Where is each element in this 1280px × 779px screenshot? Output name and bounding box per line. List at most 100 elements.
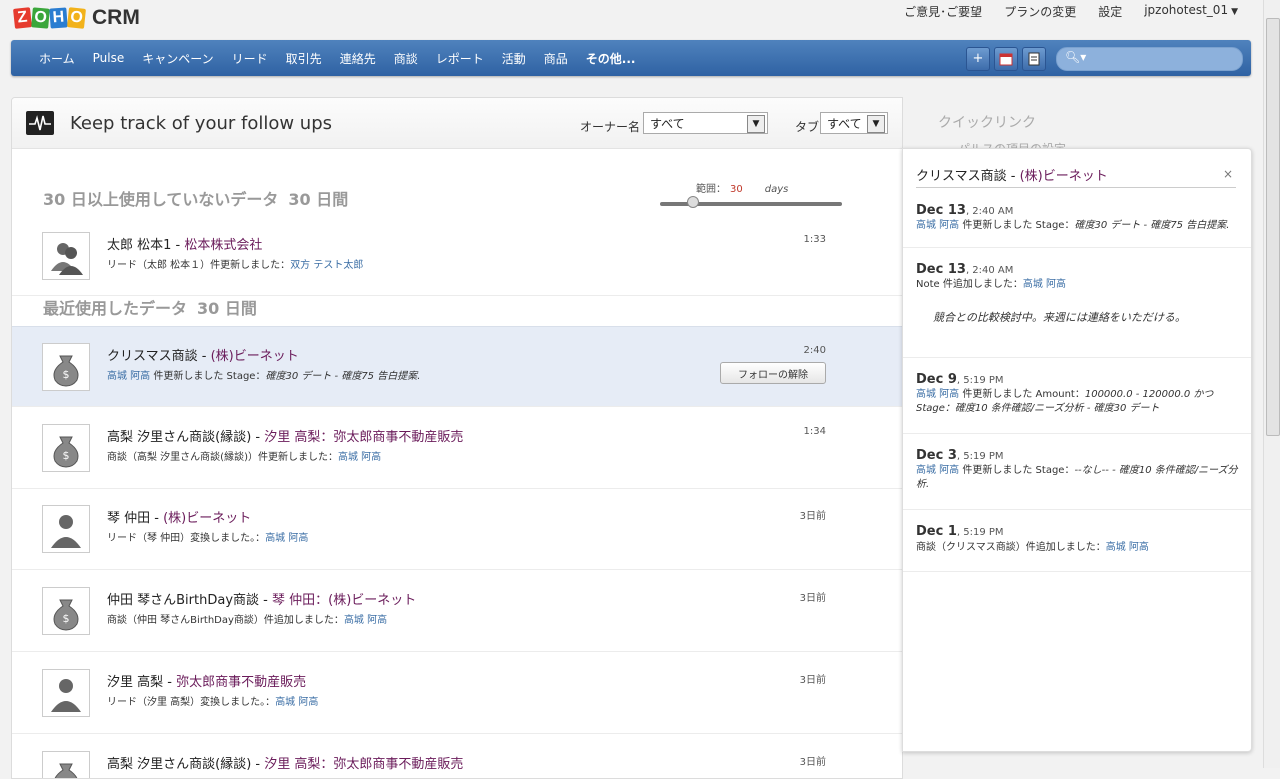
owner-select[interactable]: すべて ▼ <box>643 112 768 134</box>
tab-select-value: すべて <box>827 117 862 131</box>
tab-reports[interactable]: レポート <box>436 50 484 67</box>
related-link[interactable]: 弥太郎商事不動産販売 <box>176 675 306 690</box>
page-title: Keep track of your follow ups <box>70 113 333 134</box>
page-scrollbar[interactable] <box>1263 0 1280 768</box>
row-title: 高梨 汐里さん商談(縁談) - 汐里 高梨：弥太郎商事不動産販売 <box>107 757 464 772</box>
notes-icon <box>1028 52 1040 66</box>
user-link[interactable]: 高城 阿高 <box>1106 542 1149 553</box>
deal-avatar: $ <box>42 587 90 635</box>
plus-icon: + <box>972 51 984 66</box>
inactive-section-title: 30 日以上使用していないデータ 30 日間 <box>43 190 349 209</box>
tab-home[interactable]: ホーム <box>39 50 75 67</box>
caret-down-icon: ▼ <box>1231 7 1238 17</box>
user-link[interactable]: 双方 テスト太郎 <box>290 260 363 271</box>
note-text: 競合との比較検討中。来週には連絡をいただける。 <box>933 311 1186 324</box>
quick-links-title: クイックリンク <box>938 115 1036 131</box>
activity-item: Dec 13, 2:40 AM Note 件追加しました：高城 阿高 競合との比… <box>903 247 1251 358</box>
detail-title: クリスマス商談 - (株)ビーネット <box>916 165 1236 188</box>
svg-text:$: $ <box>63 612 70 625</box>
list-item[interactable]: 太郎 松本1 - 松本株式会社 リード（太郎 松本１）件更新しました：双方 テス… <box>12 216 902 296</box>
pulse-panel: Keep track of your follow ups オーナー名 すべて … <box>11 97 903 779</box>
user-link[interactable]: 高城 阿高 <box>338 452 381 463</box>
svg-text:$: $ <box>63 368 70 381</box>
user-link[interactable]: 高城 阿高 <box>916 220 959 231</box>
product-name: CRM <box>92 6 140 29</box>
user-link[interactable]: 高城 阿高 <box>916 465 959 476</box>
pulse-icon <box>26 111 54 135</box>
top-links: ご意見･ご要望 プランの変更 設定 jpzohotest_01 ▼ <box>882 3 1238 20</box>
list-item[interactable]: $ クリスマス商談 - (株)ビーネット 高城 阿高 件更新しました Stage… <box>12 326 902 407</box>
row-title: 太郎 松本1 - 松本株式会社 <box>107 238 263 253</box>
user-link[interactable]: 高城 阿高 <box>107 371 150 382</box>
tab-pulse[interactable]: Pulse <box>93 51 125 65</box>
related-link[interactable]: (株)ビーネット <box>163 511 251 526</box>
tab-more[interactable]: その他... <box>586 50 636 67</box>
row-title: 琴 仲田 - (株)ビーネット <box>107 511 252 526</box>
list-item[interactable]: 汐里 高梨 - 弥太郎商事不動産販売 リード（汐里 高梨）変換しました。：高城 … <box>12 653 902 734</box>
scrollbar-thumb[interactable] <box>1266 18 1280 436</box>
user-name: jpzohotest_01 <box>1144 3 1229 17</box>
search-input[interactable] <box>1085 50 1239 68</box>
user-link[interactable]: 高城 阿高 <box>1023 279 1066 290</box>
list-item[interactable]: $ 高梨 汐里さん商談(縁談) - 汐里 高梨：弥太郎商事不動産販売 3日前 <box>12 735 902 778</box>
recent-section-title: 最近使用したデータ 30 日間 <box>43 299 257 318</box>
range-unit: days <box>764 184 789 195</box>
range-label: 範囲： 30 days <box>696 184 789 195</box>
tab-accounts[interactable]: 取引先 <box>286 50 322 67</box>
row-title: 仲田 琴さんBirthDay商談 - 琴 仲田：(株)ビーネット <box>107 593 417 608</box>
main-navbar: ホーム Pulse キャンペーン リード 取引先 連絡先 商談 レポート 活動 … <box>11 40 1251 76</box>
tab-filter-label: タブ <box>795 120 820 134</box>
dropdown-arrow-icon: ▼ <box>747 115 765 133</box>
search-icon[interactable]: 🔍︎▾ <box>1065 50 1086 64</box>
tab-select[interactable]: すべて ▼ <box>820 112 888 134</box>
row-title: 汐里 高梨 - 弥太郎商事不動産販売 <box>107 675 307 690</box>
row-subtitle: リード（琴 仲田）変換しました。：高城 阿高 <box>107 533 309 544</box>
lead-avatar <box>42 232 90 280</box>
tab-products[interactable]: 商品 <box>544 50 568 67</box>
feedback-link[interactable]: ご意見･ご要望 <box>904 3 982 20</box>
create-new-button[interactable]: + <box>966 47 990 71</box>
plan-change-link[interactable]: プランの変更 <box>1004 3 1076 20</box>
related-link[interactable]: 汐里 高梨：弥太郎商事不動産販売 <box>264 430 463 445</box>
tab-deals[interactable]: 商談 <box>394 50 418 67</box>
deal-avatar: $ <box>42 343 90 391</box>
activity-detail-panel: クリスマス商談 - (株)ビーネット × Dec 13, 2:40 AM 高城 … <box>902 148 1252 752</box>
dropdown-arrow-icon: ▼ <box>867 115 885 133</box>
user-link[interactable]: 高城 阿高 <box>916 389 959 400</box>
tab-leads[interactable]: リード <box>232 50 268 67</box>
tab-contacts[interactable]: 連絡先 <box>340 50 376 67</box>
related-link[interactable]: 汐里 高梨：弥太郎商事不動産販売 <box>264 757 463 772</box>
owner-select-value: すべて <box>650 117 685 131</box>
row-title: 高梨 汐里さん商談(縁談) - 汐里 高梨：弥太郎商事不動産販売 <box>107 430 464 445</box>
activity-item: Dec 13, 2:40 AM 高城 阿高 件更新しました Stage：確度30… <box>903 195 1251 248</box>
list-item[interactable]: 琴 仲田 - (株)ビーネット リード（琴 仲田）変換しました。：高城 阿高 3… <box>12 489 902 570</box>
range-slider-handle[interactable] <box>686 196 699 208</box>
related-link[interactable]: (株)ビーネット <box>1020 169 1108 184</box>
related-link[interactable]: (株)ビーネット <box>211 349 299 364</box>
activity-item: Dec 3, 5:19 PM 高城 阿高 件更新しました Stage：--なし-… <box>903 433 1251 510</box>
row-subtitle: リード（太郎 松本１）件更新しました：双方 テスト太郎 <box>107 260 364 271</box>
unfollow-button[interactable]: フォローの解除 <box>720 362 826 384</box>
user-link[interactable]: 高城 阿高 <box>344 615 387 626</box>
zoho-crm-logo[interactable]: ZOHO CRM <box>13 6 140 30</box>
row-subtitle: 商談（仲田 琴さんBirthDay商談）件追加しました：高城 阿高 <box>107 615 388 626</box>
row-time: 1:34 <box>803 426 826 437</box>
tab-campaigns[interactable]: キャンペーン <box>142 50 213 67</box>
row-time: 3日前 <box>799 511 826 522</box>
settings-link[interactable]: 設定 <box>1098 3 1122 20</box>
global-search: 🔍︎▾ <box>1056 47 1243 71</box>
related-link[interactable]: 松本株式会社 <box>184 238 262 253</box>
user-link[interactable]: 高城 阿高 <box>265 533 308 544</box>
tab-activities[interactable]: 活動 <box>502 50 526 67</box>
list-item[interactable]: $ 高梨 汐里さん商談(縁談) - 汐里 高梨：弥太郎商事不動産販売 商談（高梨… <box>12 408 902 489</box>
activity-item: Dec 9, 5:19 PM 高城 阿高 件更新しました Amount：1000… <box>903 357 1251 434</box>
user-menu[interactable]: jpzohotest_01 ▼ <box>1144 3 1238 20</box>
calendar-button[interactable] <box>994 47 1018 71</box>
related-link[interactable]: 琴 仲田：(株)ビーネット <box>272 593 416 608</box>
row-time: 3日前 <box>799 593 826 604</box>
user-link[interactable]: 高城 阿高 <box>275 697 318 708</box>
close-icon[interactable]: × <box>1223 167 1233 181</box>
notes-button[interactable] <box>1022 47 1046 71</box>
row-time: 1:33 <box>803 234 826 245</box>
list-item[interactable]: $ 仲田 琴さんBirthDay商談 - 琴 仲田：(株)ビーネット 商談（仲田… <box>12 571 902 652</box>
